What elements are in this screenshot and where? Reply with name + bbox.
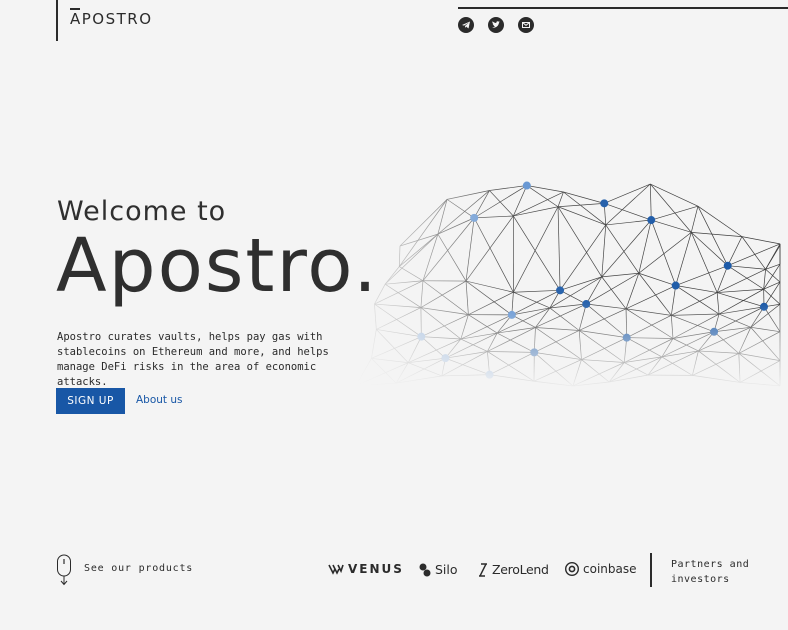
- venus-logo-icon: [328, 564, 344, 575]
- header-divider-left: [56, 0, 58, 41]
- apostro-logo[interactable]: APOSTRO: [70, 8, 153, 28]
- telegram-icon[interactable]: [458, 17, 474, 33]
- see-products-link[interactable]: See our products: [84, 563, 193, 574]
- coinbase-logo-icon: [565, 562, 579, 576]
- partner-name: coinbase: [583, 562, 637, 576]
- partner-name: Silo: [435, 562, 458, 577]
- email-icon[interactable]: [518, 17, 534, 33]
- partner-coinbase[interactable]: coinbase: [565, 562, 636, 576]
- about-us-link[interactable]: About us: [136, 394, 183, 406]
- zerolend-logo-icon: [479, 562, 487, 577]
- twitter-icon[interactable]: [488, 17, 504, 33]
- hero-title: Apostro.: [56, 223, 379, 309]
- silo-logo-icon: [419, 563, 431, 576]
- scroll-mouse-icon[interactable]: [56, 554, 72, 586]
- partner-zerolend[interactable]: ZeroLend: [478, 562, 549, 577]
- partner-name: VENUS: [348, 562, 404, 576]
- social-links: [458, 17, 534, 33]
- header-divider-right: [458, 7, 788, 9]
- hero-description: Apostro curates vaults, helps pay gas wi…: [57, 331, 329, 388]
- partner-name: ZeroLend: [492, 562, 549, 577]
- partners-label: Partners and investors: [671, 559, 750, 585]
- logo-text: APOSTRO: [70, 10, 153, 28]
- partner-venus[interactable]: VENUS: [328, 562, 404, 576]
- sign-up-button[interactable]: SIGN UP: [56, 388, 125, 414]
- partner-silo[interactable]: Silo: [419, 562, 458, 577]
- partners-divider: [650, 553, 652, 587]
- network-mesh-illustration: [350, 170, 788, 390]
